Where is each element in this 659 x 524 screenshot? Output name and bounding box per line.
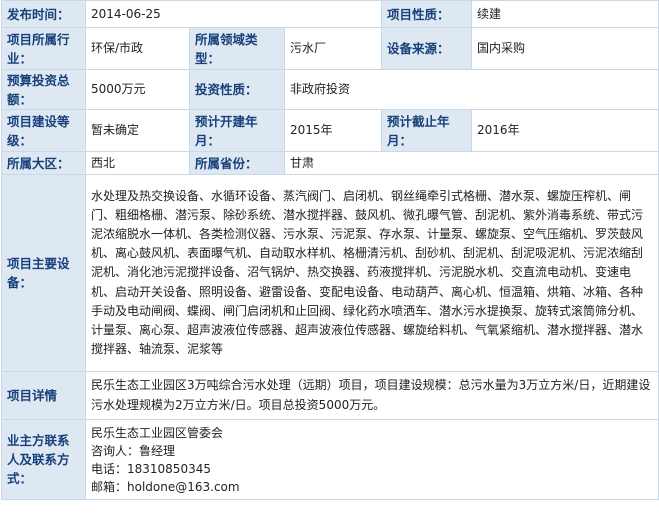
equipment-source-label: 设备来源： bbox=[381, 27, 473, 70]
budget-label: 预算投资总额： bbox=[1, 69, 86, 110]
end-year-value: 2016年 bbox=[471, 109, 659, 152]
province-value: 甘肃 bbox=[283, 151, 659, 175]
contact-person: 咨询人：鲁经理 bbox=[91, 443, 176, 458]
investment-nature-value: 非政府投资 bbox=[283, 69, 659, 110]
investment-nature-label: 投资性质： bbox=[189, 69, 285, 110]
row-budget: 预算投资总额： 5000万元 投资性质： 非政府投资 bbox=[1, 69, 659, 110]
row-contact: 业主方联系人及联系方式： 民乐生态工业园区管委会 咨询人：鲁经理 电话：1831… bbox=[1, 419, 659, 500]
industry-value: 环保/市政 bbox=[85, 27, 190, 70]
contact-org: 民乐生态工业园区管委会 bbox=[91, 425, 224, 440]
project-nature-label: 项目性质： bbox=[381, 0, 473, 28]
row-publish: 发布时间： 2014-06-25 项目性质： 续建 bbox=[1, 0, 659, 28]
row-main-equipment: 项目主要设备： 水处理及热交换设备、水循环设备、蒸汽阀门、启闭机、钢丝绳牵引式格… bbox=[1, 174, 659, 372]
industry-label: 项目所属行业： bbox=[1, 27, 86, 70]
main-equipment-label: 项目主要设备： bbox=[1, 174, 86, 372]
contact-label: 业主方联系人及联系方式： bbox=[1, 419, 86, 500]
equipment-source-value: 国内采购 bbox=[471, 27, 659, 70]
region-value: 西北 bbox=[85, 151, 190, 175]
row-project-detail: 项目详情 民乐生态工业园区3万吨综合污水处理（远期）项目，项目建设规模：总污水量… bbox=[1, 371, 659, 420]
project-detail-label: 项目详情 bbox=[1, 371, 86, 420]
contact-email[interactable]: 邮箱：holdone@163.com bbox=[91, 478, 653, 496]
project-detail-value: 民乐生态工业园区3万吨综合污水处理（远期）项目，项目建设规模：总污水量为3万立方… bbox=[84, 371, 659, 420]
publish-time-label: 发布时间： bbox=[1, 0, 86, 28]
row-region: 所属大区： 西北 所属省份： 甘肃 bbox=[1, 151, 659, 175]
field-type-value: 污水厂 bbox=[283, 27, 383, 70]
construction-stage-value: 暂未确定 bbox=[85, 109, 190, 152]
contact-value: 民乐生态工业园区管委会 咨询人：鲁经理 电话：18310850345 邮箱：ho… bbox=[84, 419, 659, 500]
project-info-table: 发布时间： 2014-06-25 项目性质： 续建 项目所属行业： 环保/市政 … bbox=[1, 0, 659, 500]
start-year-value: 2015年 bbox=[283, 109, 383, 152]
budget-value: 5000万元 bbox=[85, 69, 190, 110]
row-industry: 项目所属行业： 环保/市政 所属领域类型： 污水厂 设备来源： 国内采购 bbox=[1, 27, 659, 70]
end-year-label: 预计截止年月： bbox=[381, 109, 473, 152]
row-schedule: 项目建设等级： 暂未确定 预计开建年月： 2015年 预计截止年月： 2016年 bbox=[1, 109, 659, 152]
start-year-label: 预计开建年月： bbox=[189, 109, 285, 152]
region-label: 所属大区： bbox=[1, 151, 86, 175]
province-label: 所属省份： bbox=[189, 151, 285, 175]
publish-time-value: 2014-06-25 bbox=[84, 0, 383, 28]
main-equipment-value: 水处理及热交换设备、水循环设备、蒸汽阀门、启闭机、钢丝绳牵引式格栅、潜水泵、螺旋… bbox=[84, 174, 659, 372]
project-nature-value: 续建 bbox=[471, 0, 659, 28]
contact-phone: 电话：18310850345 bbox=[91, 461, 211, 476]
field-type-label: 所属领域类型： bbox=[189, 27, 285, 70]
construction-stage-label: 项目建设等级： bbox=[1, 109, 86, 152]
